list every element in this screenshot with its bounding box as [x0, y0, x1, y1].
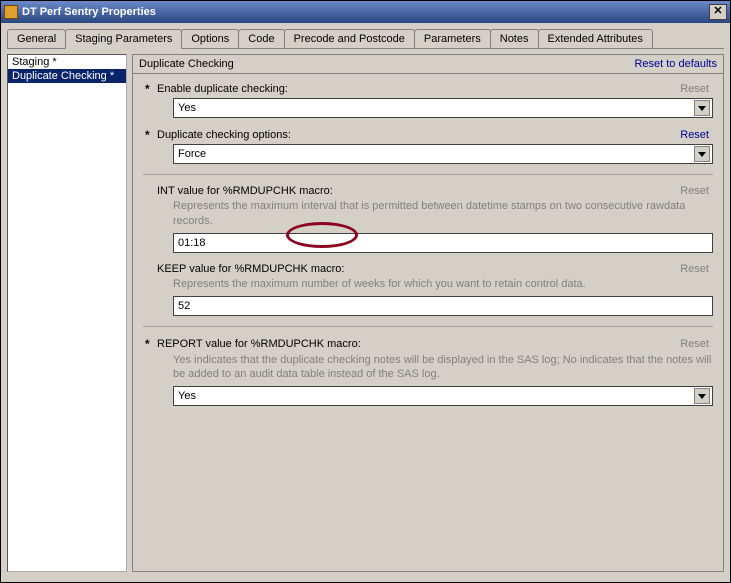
- tab-extended-attributes[interactable]: Extended Attributes: [538, 29, 653, 48]
- section-title: Duplicate Checking: [139, 58, 234, 70]
- row-int-value: INT value for %RMDUPCHK macro: Reset Rep…: [143, 185, 713, 253]
- int-help-text: Represents the maximum interval that is …: [173, 199, 713, 229]
- report-label: REPORT value for %RMDUPCHK macro:: [157, 338, 680, 350]
- int-label: INT value for %RMDUPCHK macro:: [157, 185, 680, 197]
- int-input-value: 01:18: [178, 237, 206, 249]
- tab-notes[interactable]: Notes: [490, 29, 539, 48]
- options-reset-link[interactable]: Reset: [680, 129, 713, 141]
- titlebar: DT Perf Sentry Properties ✕: [1, 1, 730, 23]
- tab-code[interactable]: Code: [238, 29, 284, 48]
- keep-input[interactable]: 52: [173, 296, 713, 316]
- enable-reset-link[interactable]: Reset: [680, 83, 713, 95]
- enable-select[interactable]: Yes: [173, 98, 713, 118]
- tab-panel: Staging * Duplicate Checking * Duplicate…: [7, 48, 724, 577]
- tree-item-staging[interactable]: Staging *: [8, 55, 126, 69]
- row-keep-value: KEEP value for %RMDUPCHK macro: Reset Re…: [143, 263, 713, 316]
- window-title: DT Perf Sentry Properties: [22, 6, 709, 18]
- keep-input-value: 52: [178, 300, 190, 312]
- keep-label: KEEP value for %RMDUPCHK macro:: [157, 263, 680, 275]
- tab-options[interactable]: Options: [181, 29, 239, 48]
- form-body: * Enable duplicate checking: Reset Yes: [132, 74, 724, 572]
- row-report-value: * REPORT value for %RMDUPCHK macro: Rese…: [143, 337, 713, 407]
- enable-select-value: Yes: [178, 102, 694, 114]
- row-duplicate-checking-options: * Duplicate checking options: Reset Forc…: [143, 128, 713, 164]
- chevron-down-icon: [694, 100, 710, 116]
- section-header: Duplicate Checking Reset to defaults: [132, 54, 724, 74]
- row-enable-duplicate-checking: * Enable duplicate checking: Reset Yes: [143, 82, 713, 118]
- keep-reset-link[interactable]: Reset: [680, 263, 713, 275]
- app-icon: [4, 5, 18, 19]
- options-select[interactable]: Force: [173, 144, 713, 164]
- report-reset-link[interactable]: Reset: [680, 338, 713, 350]
- options-label: Duplicate checking options:: [157, 129, 680, 141]
- tab-parameters[interactable]: Parameters: [414, 29, 491, 48]
- chevron-down-icon: [694, 146, 710, 162]
- report-select[interactable]: Yes: [173, 386, 713, 406]
- divider: [143, 174, 713, 175]
- report-select-value: Yes: [178, 390, 694, 402]
- divider: [143, 326, 713, 327]
- required-asterisk: *: [143, 128, 157, 142]
- enable-label: Enable duplicate checking:: [157, 83, 680, 95]
- report-help-text: Yes indicates that the duplicate checkin…: [173, 353, 713, 383]
- int-reset-link[interactable]: Reset: [680, 185, 713, 197]
- tab-precode-postcode[interactable]: Precode and Postcode: [284, 29, 415, 48]
- content-area: Duplicate Checking Reset to defaults * E…: [132, 54, 724, 572]
- keep-help-text: Represents the maximum number of weeks f…: [173, 277, 713, 292]
- options-select-value: Force: [178, 148, 694, 160]
- side-tree: Staging * Duplicate Checking *: [7, 54, 127, 572]
- required-asterisk: *: [143, 82, 157, 96]
- tab-general[interactable]: General: [7, 29, 66, 48]
- tab-staging-parameters[interactable]: Staging Parameters: [65, 29, 182, 49]
- tab-strip: General Staging Parameters Options Code …: [1, 23, 730, 48]
- required-asterisk: *: [143, 337, 157, 351]
- tree-item-duplicate-checking[interactable]: Duplicate Checking *: [8, 69, 126, 83]
- close-button[interactable]: ✕: [709, 4, 727, 20]
- int-input[interactable]: 01:18: [173, 233, 713, 253]
- chevron-down-icon: [694, 388, 710, 404]
- reset-to-defaults-link[interactable]: Reset to defaults: [634, 58, 717, 70]
